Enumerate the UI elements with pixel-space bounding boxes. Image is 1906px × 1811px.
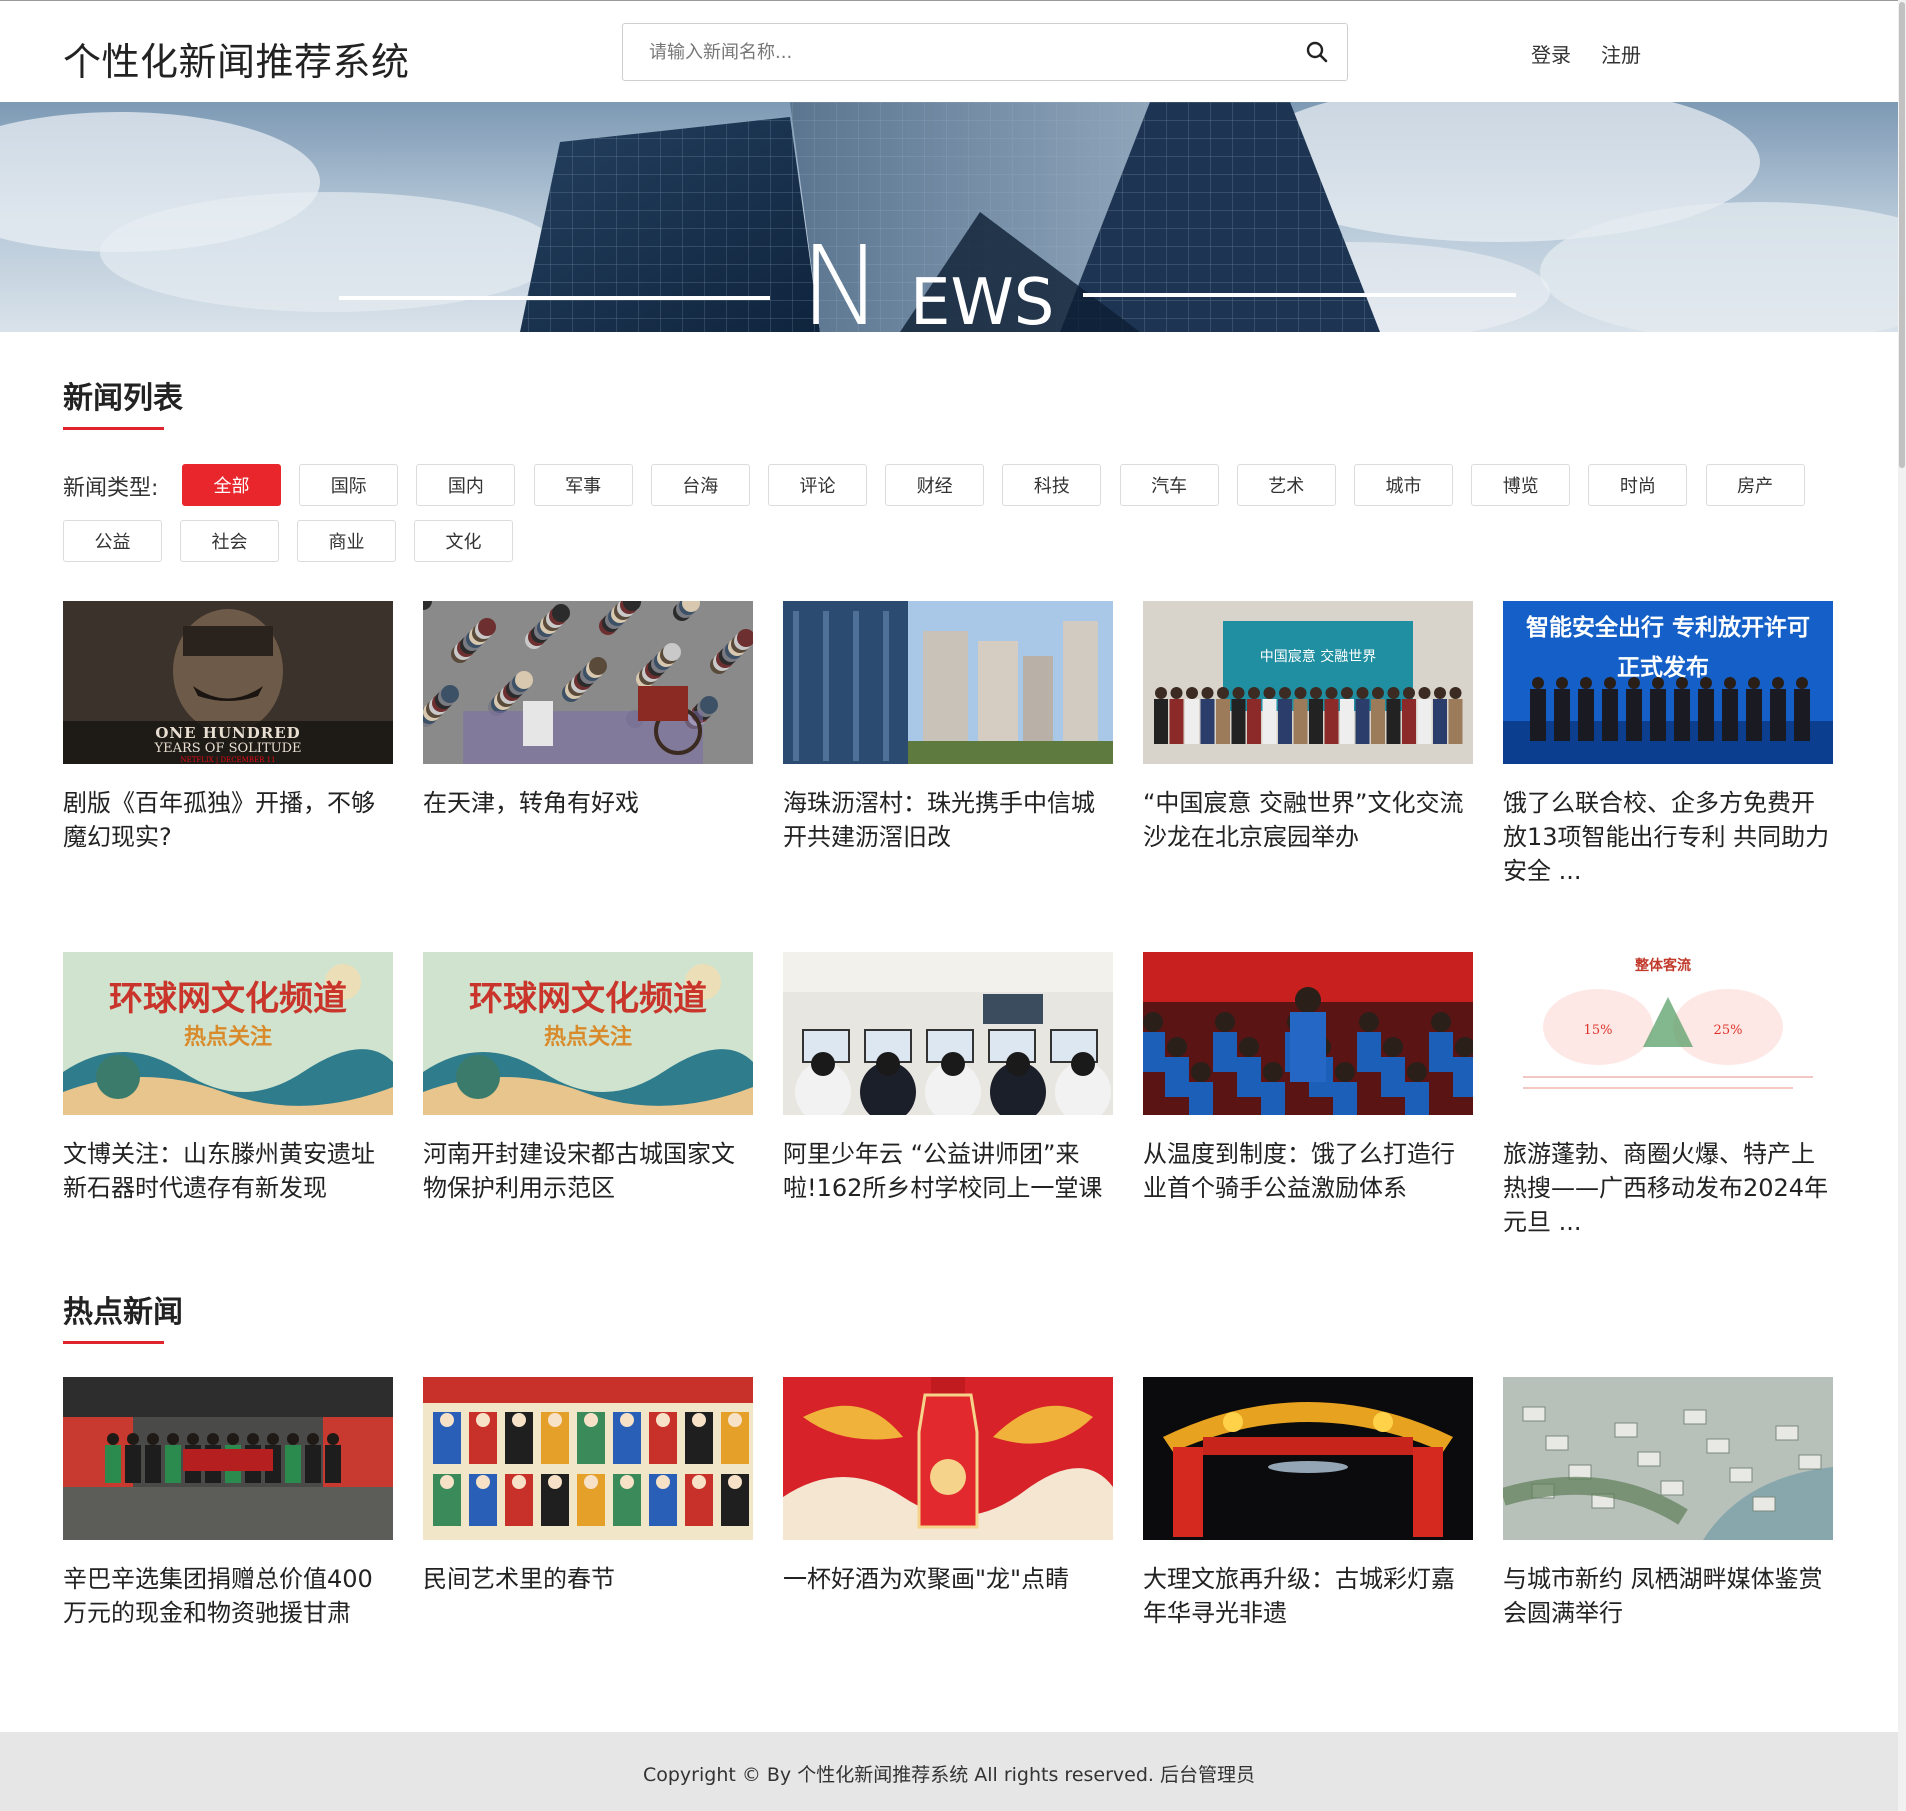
news-thumbnail[interactable]: 整体客流 15% 25% bbox=[1503, 952, 1833, 1115]
news-thumbnail[interactable] bbox=[423, 1377, 753, 1540]
category-chip[interactable]: 全部 bbox=[182, 464, 281, 506]
svg-text:YEARS OF SOLITUDE: YEARS OF SOLITUDE bbox=[154, 741, 302, 756]
category-chip[interactable]: 科技 bbox=[1002, 464, 1102, 506]
news-card[interactable]: 中国宸意 交融世界 “中国宸意 交融世界”文化交流沙龙在北京宸园举办 bbox=[1143, 601, 1473, 854]
news-banner: N EWS bbox=[0, 102, 1898, 332]
category-chip[interactable]: 公益 bbox=[63, 520, 162, 562]
footer-copyright-line: Copyright © By 个性化新闻推荐系统 All rights rese… bbox=[0, 1760, 1898, 1787]
news-title[interactable]: 饿了么联合校、企多方免费开放13项智能出行专利 共同助力安全 ... bbox=[1503, 786, 1833, 888]
news-thumbnail[interactable] bbox=[1143, 1377, 1473, 1540]
admin-link[interactable]: 后台管理员 bbox=[1160, 1764, 1255, 1786]
page-scrollbar[interactable] bbox=[1898, 0, 1906, 1811]
news-card[interactable]: 海珠沥滘村：珠光携手中信城开共建沥滘旧改 bbox=[783, 601, 1113, 854]
news-title[interactable]: 与城市新约 凤栖湖畔媒体鉴赏会圆满举行 bbox=[1503, 1562, 1833, 1630]
category-chip[interactable]: 财经 bbox=[885, 464, 985, 506]
news-title[interactable]: 阿里少年云 “公益讲师团”来啦!162所乡村学校同上一堂课 bbox=[783, 1137, 1113, 1205]
category-chip[interactable]: 城市 bbox=[1354, 464, 1453, 506]
news-title[interactable]: 文博关注：山东滕州黄安遗址新石器时代遗存有新发现 bbox=[63, 1137, 393, 1205]
category-chip[interactable]: 艺术 bbox=[1236, 464, 1336, 506]
login-link[interactable]: 登录 bbox=[1531, 39, 1571, 68]
svg-text:热点关注: 热点关注 bbox=[544, 1024, 632, 1050]
svg-text:环球网文化频道: 环球网文化频道 bbox=[109, 979, 347, 1019]
category-chip[interactable]: 国际 bbox=[299, 464, 399, 506]
news-list-underline bbox=[63, 427, 164, 430]
news-thumbnail[interactable]: 智能安全出行 专利放开许可正式发布 bbox=[1503, 601, 1833, 764]
scrollbar-thumb[interactable] bbox=[1899, 2, 1905, 468]
category-chip[interactable]: 军事 bbox=[533, 464, 633, 506]
news-card[interactable]: ONE HUNDRED YEARS OF SOLITUDE NETFLIX | DE… bbox=[63, 601, 393, 854]
news-thumbnail[interactable]: 中国宸意 交融世界 bbox=[1143, 601, 1473, 764]
category-chip[interactable]: 台海 bbox=[650, 464, 750, 506]
news-card[interactable]: 阿里少年云 “公益讲师团”来啦!162所乡村学校同上一堂课 bbox=[783, 952, 1113, 1205]
news-thumbnail[interactable] bbox=[423, 601, 753, 764]
news-thumbnail[interactable] bbox=[783, 952, 1113, 1115]
news-card[interactable]: 辛巴辛选集团捐赠总价值400万元的现金和物资驰援甘肃 bbox=[63, 1377, 393, 1630]
news-card[interactable]: 民间艺术里的春节 bbox=[423, 1377, 753, 1596]
site-footer: Copyright © By 个性化新闻推荐系统 All rights rese… bbox=[0, 1732, 1898, 1811]
news-title[interactable]: 大理文旅再升级：古城彩灯嘉年华寻光非遗 bbox=[1143, 1562, 1473, 1630]
svg-text:正式发布: 正式发布 bbox=[1617, 654, 1709, 681]
hot-news-underline bbox=[63, 1341, 164, 1344]
news-card[interactable]: 在天津，转角有好戏 bbox=[423, 601, 753, 820]
news-title[interactable]: 旅游蓬勃、商圈火爆、特产上热搜——广西移动发布2024年元旦 ... bbox=[1503, 1137, 1833, 1239]
news-thumbnail[interactable]: 环球网文化频道热点关注 bbox=[63, 952, 393, 1115]
news-card[interactable]: 环球网文化频道热点关注文博关注：山东滕州黄安遗址新石器时代遗存有新发现 bbox=[63, 952, 393, 1205]
news-title[interactable]: 民间艺术里的春节 bbox=[423, 1562, 753, 1596]
news-thumbnail[interactable] bbox=[1143, 952, 1473, 1115]
news-card[interactable]: 整体客流 15% 25% 旅游蓬勃、商圈火爆、特产上热搜——广西移动发布2024年元旦… bbox=[1503, 952, 1833, 1239]
news-card[interactable]: 智能安全出行 专利放开许可正式发布饿了么联合校、企多方免费开放13项智能出行专利… bbox=[1503, 601, 1833, 888]
svg-text:NETFLIX | DECEMBER 11: NETFLIX | DECEMBER 11 bbox=[181, 756, 276, 764]
category-chip[interactable]: 国内 bbox=[416, 464, 516, 506]
news-title[interactable]: 辛巴辛选集团捐赠总价值400万元的现金和物资驰援甘肃 bbox=[63, 1562, 393, 1630]
news-card[interactable]: 大理文旅再升级：古城彩灯嘉年华寻光非遗 bbox=[1143, 1377, 1473, 1630]
search-input[interactable] bbox=[623, 24, 1283, 80]
news-title[interactable]: 海珠沥滘村：珠光携手中信城开共建沥滘旧改 bbox=[783, 786, 1113, 854]
category-chip[interactable]: 文化 bbox=[414, 520, 513, 562]
category-chip[interactable]: 商业 bbox=[297, 520, 396, 562]
news-thumbnail[interactable]: 环球网文化频道热点关注 bbox=[423, 952, 753, 1115]
news-title[interactable]: 一杯好酒为欢聚画"龙"点睛 bbox=[783, 1562, 1113, 1596]
news-title[interactable]: “中国宸意 交融世界”文化交流沙龙在北京宸园举办 bbox=[1143, 786, 1473, 854]
svg-text:中国宸意 交融世界: 中国宸意 交融世界 bbox=[1260, 648, 1376, 665]
news-thumbnail[interactable] bbox=[783, 1377, 1113, 1540]
news-title[interactable]: 从温度到制度：饿了么打造行业首个骑手公益激励体系 bbox=[1143, 1137, 1473, 1205]
news-title[interactable]: 在天津，转角有好戏 bbox=[423, 786, 753, 820]
news-thumbnail[interactable] bbox=[783, 601, 1113, 764]
news-list-title: 新闻列表 bbox=[63, 381, 183, 416]
svg-text:热点关注: 热点关注 bbox=[184, 1024, 272, 1050]
site-title[interactable]: 个性化新闻推荐系统 bbox=[63, 31, 410, 86]
hot-news-title: 热点新闻 bbox=[63, 1295, 183, 1330]
category-filter-label: 新闻类型: bbox=[63, 476, 159, 501]
category-chip[interactable]: 社会 bbox=[180, 520, 279, 562]
category-chip[interactable]: 房产 bbox=[1705, 464, 1805, 506]
site-header: 个性化新闻推荐系统 登录 注册 bbox=[0, 1, 1898, 102]
svg-text:智能安全出行 专利放开许可: 智能安全出行 专利放开许可 bbox=[1526, 614, 1810, 641]
svg-text:整体客流: 整体客流 bbox=[1634, 957, 1691, 974]
category-chip[interactable]: 评论 bbox=[768, 464, 867, 506]
svg-text:25%: 25% bbox=[1714, 1023, 1743, 1038]
svg-text:ONE HUNDRED: ONE HUNDRED bbox=[155, 724, 300, 742]
news-card[interactable]: 环球网文化频道热点关注河南开封建设宋都古城国家文物保护利用示范区 bbox=[423, 952, 753, 1205]
category-chip[interactable]: 时尚 bbox=[1588, 464, 1688, 506]
banner-letter-n: N bbox=[800, 222, 882, 332]
news-card[interactable]: 从温度到制度：饿了么打造行业首个骑手公益激励体系 bbox=[1143, 952, 1473, 1205]
register-link[interactable]: 注册 bbox=[1601, 39, 1641, 68]
news-card[interactable]: 与城市新约 凤栖湖畔媒体鉴赏会圆满举行 bbox=[1503, 1377, 1833, 1630]
banner-letters-ews: EWS bbox=[910, 266, 1054, 332]
news-thumbnail[interactable]: ONE HUNDRED YEARS OF SOLITUDE NETFLIX | DE… bbox=[63, 601, 393, 764]
category-chip[interactable]: 汽车 bbox=[1119, 464, 1219, 506]
footer-copyright: Copyright © By 个性化新闻推荐系统 All rights rese… bbox=[642, 1764, 1154, 1786]
search-bar bbox=[622, 23, 1348, 81]
search-icon[interactable] bbox=[1303, 38, 1331, 66]
news-title[interactable]: 河南开封建设宋都古城国家文物保护利用示范区 bbox=[423, 1137, 753, 1205]
news-thumbnail[interactable] bbox=[63, 1377, 393, 1540]
news-card[interactable]: 一杯好酒为欢聚画"龙"点睛 bbox=[783, 1377, 1113, 1596]
svg-text:环球网文化频道: 环球网文化频道 bbox=[469, 979, 707, 1019]
news-title[interactable]: 剧版《百年孤独》开播，不够魔幻现实? bbox=[63, 786, 393, 854]
news-thumbnail[interactable] bbox=[1503, 1377, 1833, 1540]
svg-text:15%: 15% bbox=[1584, 1023, 1613, 1038]
category-chip[interactable]: 博览 bbox=[1471, 464, 1571, 506]
